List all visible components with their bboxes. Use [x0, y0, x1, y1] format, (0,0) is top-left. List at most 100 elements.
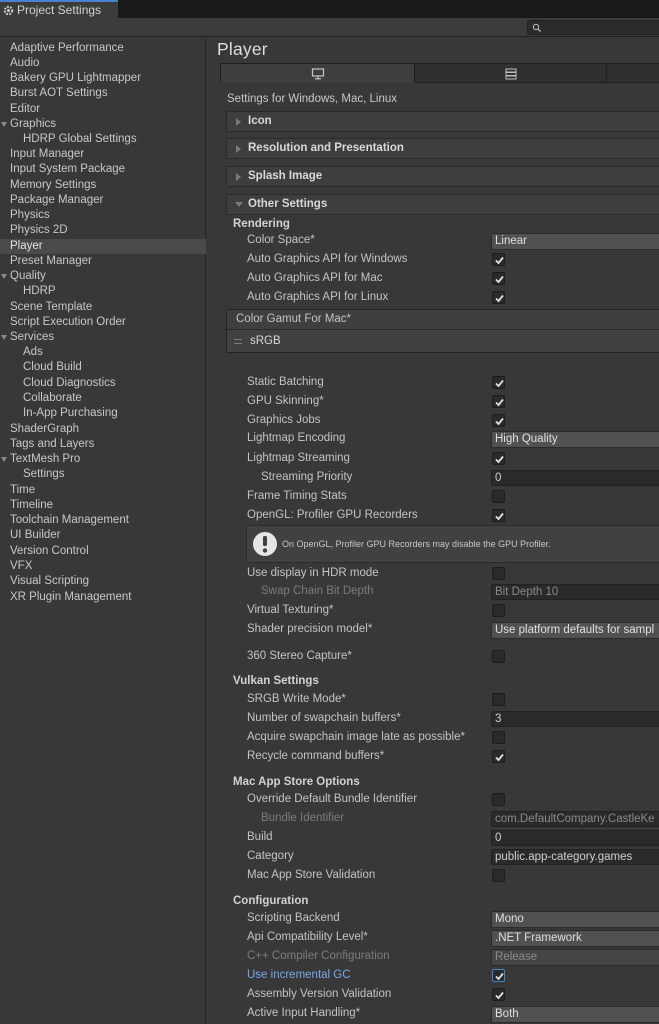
sidebar-item-vfx[interactable]: VFX [0, 559, 206, 574]
checkmark-icon [495, 294, 504, 303]
stereo-capture-checkbox[interactable] [492, 650, 505, 663]
sidebar-item-scene-template[interactable]: Scene Template [0, 300, 206, 315]
foldout-arrow-icon[interactable] [1, 335, 7, 340]
row-category: Category public.app-category.games [207, 849, 659, 865]
sidebar-item-collaborate[interactable]: Collaborate [0, 391, 206, 406]
color-space-dropdown[interactable]: Linear [491, 233, 659, 250]
sidebar-item-adaptive-performance[interactable]: Adaptive Performance [0, 41, 206, 56]
graphics-jobs-checkbox[interactable] [492, 414, 505, 427]
sidebar-item-tags-layers[interactable]: Tags and Layers [0, 437, 206, 452]
search-input[interactable] [544, 21, 659, 34]
setting-label: Assembly Version Validation [247, 988, 392, 1000]
auto-api-windows-checkbox[interactable] [492, 253, 505, 266]
sidebar-item-toolchain[interactable]: Toolchain Management [0, 513, 206, 528]
checkmark-icon [495, 379, 504, 388]
sidebar-item-xr-plugin[interactable]: XR Plugin Management [0, 590, 206, 605]
sidebar-item-input-manager[interactable]: Input Manager [0, 147, 206, 162]
sidebar-item-preset-manager[interactable]: Preset Manager [0, 254, 206, 269]
sidebar-item-physics[interactable]: Physics [0, 208, 206, 223]
sidebar-item-package-manager[interactable]: Package Manager [0, 193, 206, 208]
sidebar-item-player[interactable]: Player [0, 239, 206, 254]
sidebar-item-graphics[interactable]: Graphics [0, 117, 206, 132]
list-item[interactable]: sRGB [250, 335, 281, 347]
sidebar-item-version-control[interactable]: Version Control [0, 544, 206, 559]
foldout-resolution[interactable]: Resolution and Presentation [226, 138, 659, 159]
build-field[interactable]: 0 [491, 830, 659, 846]
setting-label: Use display in HDR mode [247, 567, 379, 579]
foldout-other-settings[interactable]: Other Settings [226, 194, 659, 215]
sidebar-item-editor[interactable]: Editor [0, 102, 206, 117]
sidebar-item-burst[interactable]: Burst AOT Settings [0, 86, 206, 101]
gpu-skinning-checkbox[interactable] [492, 395, 505, 408]
sidebar-item-input-system[interactable]: Input System Package [0, 162, 206, 177]
auto-api-linux-checkbox[interactable] [492, 291, 505, 304]
sidebar-item-label: HDRP [23, 285, 56, 297]
sidebar-item-quality[interactable]: Quality [0, 269, 206, 284]
sidebar-item-label: Visual Scripting [10, 575, 90, 587]
chevron-right-icon [236, 173, 241, 181]
incremental-gc-checkbox[interactable] [492, 969, 505, 982]
opengl-recorders-checkbox[interactable] [492, 509, 505, 522]
search-field[interactable] [527, 20, 659, 35]
sidebar-item-label: Tags and Layers [10, 438, 95, 450]
sidebar-item-textmesh-settings[interactable]: Settings [0, 467, 206, 482]
foldout-arrow-icon[interactable] [1, 274, 7, 279]
swapchain-buffers-field[interactable]: 3 [491, 711, 659, 727]
sidebar-item-shadergraph[interactable]: ShaderGraph [0, 422, 206, 437]
auto-api-mac-checkbox[interactable] [492, 272, 505, 285]
lightmap-streaming-checkbox[interactable] [492, 452, 505, 465]
sidebar-item-services[interactable]: Services [0, 330, 206, 345]
sidebar-item-label: XR Plugin Management [10, 591, 132, 603]
sidebar-item-script-execution[interactable]: Script Execution Order [0, 315, 206, 330]
sidebar-item-textmesh-pro[interactable]: TextMesh Pro [0, 452, 206, 467]
streaming-priority-field[interactable]: 0 [491, 470, 659, 486]
hdr-display-checkbox[interactable] [492, 567, 505, 580]
acquire-late-checkbox[interactable] [492, 731, 505, 744]
sidebar-item-bakery[interactable]: Bakery GPU Lightmapper [0, 71, 206, 86]
mac-validation-checkbox[interactable] [492, 869, 505, 882]
srgb-write-checkbox[interactable] [492, 693, 505, 706]
search-icon [532, 23, 541, 32]
scripting-backend-dropdown[interactable]: Mono [491, 911, 659, 928]
drag-handle-icon[interactable] [234, 339, 242, 344]
foldout-arrow-icon[interactable] [1, 122, 7, 127]
sidebar-item-visual-scripting[interactable]: Visual Scripting [0, 574, 206, 589]
setting-label: Frame Timing Stats [247, 490, 347, 502]
lightmap-encoding-dropdown[interactable]: High Quality [491, 431, 659, 448]
foldout-splash[interactable]: Splash Image [226, 166, 659, 187]
shader-precision-dropdown[interactable]: Use platform defaults for sampl [491, 622, 659, 639]
sidebar-item-time[interactable]: Time [0, 483, 206, 498]
virtual-texturing-checkbox[interactable] [492, 604, 505, 617]
sidebar-item-cloud-diagnostics[interactable]: Cloud Diagnostics [0, 376, 206, 391]
sidebar-item-label: Toolchain Management [10, 514, 129, 526]
setting-label: SRGB Write Mode* [247, 693, 346, 705]
setting-label: Recycle command buffers* [247, 750, 385, 762]
sidebar-item-timeline[interactable]: Timeline [0, 498, 206, 513]
category-field[interactable]: public.app-category.games [491, 849, 659, 865]
assembly-validation-checkbox[interactable] [492, 988, 505, 1001]
input-handling-dropdown[interactable]: Both [491, 1006, 659, 1023]
sidebar-item-cloud-build[interactable]: Cloud Build [0, 360, 206, 375]
project-settings-tab[interactable]: Project Settings [0, 0, 118, 18]
override-bundle-checkbox[interactable] [492, 793, 505, 806]
sidebar-item-memory[interactable]: Memory Settings [0, 178, 206, 193]
checkmark-icon [495, 398, 504, 407]
sidebar-item-in-app-purchasing[interactable]: In-App Purchasing [0, 406, 206, 421]
static-batching-checkbox[interactable] [492, 376, 505, 389]
checkmark-icon [495, 991, 504, 1000]
sidebar-item-ads[interactable]: Ads [0, 345, 206, 360]
tab-standalone[interactable] [220, 63, 415, 83]
frame-timing-checkbox[interactable] [492, 490, 505, 503]
tab-other-platform[interactable] [606, 63, 659, 83]
sidebar-item-audio[interactable]: Audio [0, 56, 206, 71]
sidebar-item-hdrp[interactable]: HDRP [0, 284, 206, 299]
foldout-icon[interactable]: Icon [226, 111, 659, 132]
api-level-dropdown[interactable]: .NET Framework [491, 930, 659, 947]
tab-server[interactable] [414, 63, 607, 83]
toolbar [0, 18, 659, 37]
foldout-arrow-icon[interactable] [1, 457, 7, 462]
sidebar-item-physics-2d[interactable]: Physics 2D [0, 223, 206, 238]
recycle-buffers-checkbox[interactable] [492, 750, 505, 763]
sidebar-item-ui-builder[interactable]: UI Builder [0, 528, 206, 543]
sidebar-item-hdrp-global[interactable]: HDRP Global Settings [0, 132, 206, 147]
